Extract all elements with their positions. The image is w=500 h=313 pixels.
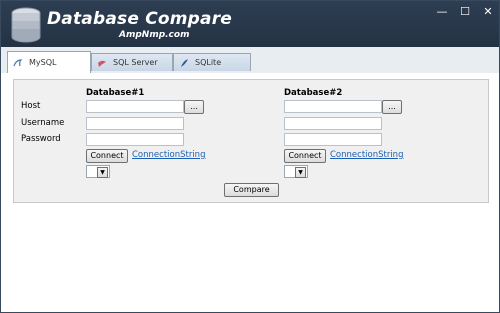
db2-heading: Database#2 xyxy=(284,88,343,98)
tab-strip: MySQL SQL Server SQLite xyxy=(1,47,499,73)
db2-host-input[interactable] xyxy=(284,100,382,113)
host-label: Host xyxy=(21,101,41,111)
sqlite-feather-icon xyxy=(181,58,188,67)
db1-username-input[interactable] xyxy=(86,117,184,130)
app-window: Database Compare AmpNmp.com — ☐ ✕ MySQL … xyxy=(0,0,500,313)
db1-host-input[interactable] xyxy=(86,100,184,113)
db2-username-input[interactable] xyxy=(284,117,382,130)
close-button[interactable]: ✕ xyxy=(479,5,497,19)
app-title: Database Compare xyxy=(47,9,233,29)
db2-connection-string-link[interactable]: ConnectionString xyxy=(330,150,403,160)
app-subtitle: AmpNmp.com xyxy=(119,30,190,40)
db2-connect-button[interactable]: Connect xyxy=(284,149,326,163)
tab-sql-server[interactable]: SQL Server xyxy=(91,53,173,71)
db1-connect-button[interactable]: Connect xyxy=(86,149,128,163)
db1-heading: Database#1 xyxy=(86,88,145,98)
db1-password-input[interactable] xyxy=(86,133,184,146)
tab-label: SQLite xyxy=(195,58,222,67)
sql-server-icon xyxy=(98,60,106,67)
chevron-down-icon[interactable]: ▼ xyxy=(295,167,306,178)
minimize-button[interactable]: — xyxy=(433,5,451,19)
tab-label: MySQL xyxy=(29,58,57,67)
username-label: Username xyxy=(21,118,65,128)
chevron-down-icon[interactable]: ▼ xyxy=(97,167,108,178)
db1-browse-button[interactable]: ... xyxy=(184,100,204,114)
db2-browse-button[interactable]: ... xyxy=(382,100,402,114)
mysql-dolphin-icon xyxy=(13,58,23,66)
password-label: Password xyxy=(21,134,61,144)
database-icon xyxy=(11,7,41,43)
tab-label: SQL Server xyxy=(113,58,158,67)
mysql-panel: Host Username Password Database#1 ... Co… xyxy=(13,79,489,203)
title-bar[interactable]: Database Compare AmpNmp.com — ☐ ✕ xyxy=(1,1,499,47)
maximize-button[interactable]: ☐ xyxy=(456,5,474,19)
db2-database-select[interactable]: ▼ xyxy=(284,165,308,178)
tab-sqlite[interactable]: SQLite xyxy=(173,53,251,71)
tab-mysql[interactable]: MySQL xyxy=(7,51,91,73)
db1-connection-string-link[interactable]: ConnectionString xyxy=(132,150,205,160)
compare-button[interactable]: Compare xyxy=(224,183,279,197)
db2-password-input[interactable] xyxy=(284,133,382,146)
db1-database-select[interactable]: ▼ xyxy=(86,165,110,178)
